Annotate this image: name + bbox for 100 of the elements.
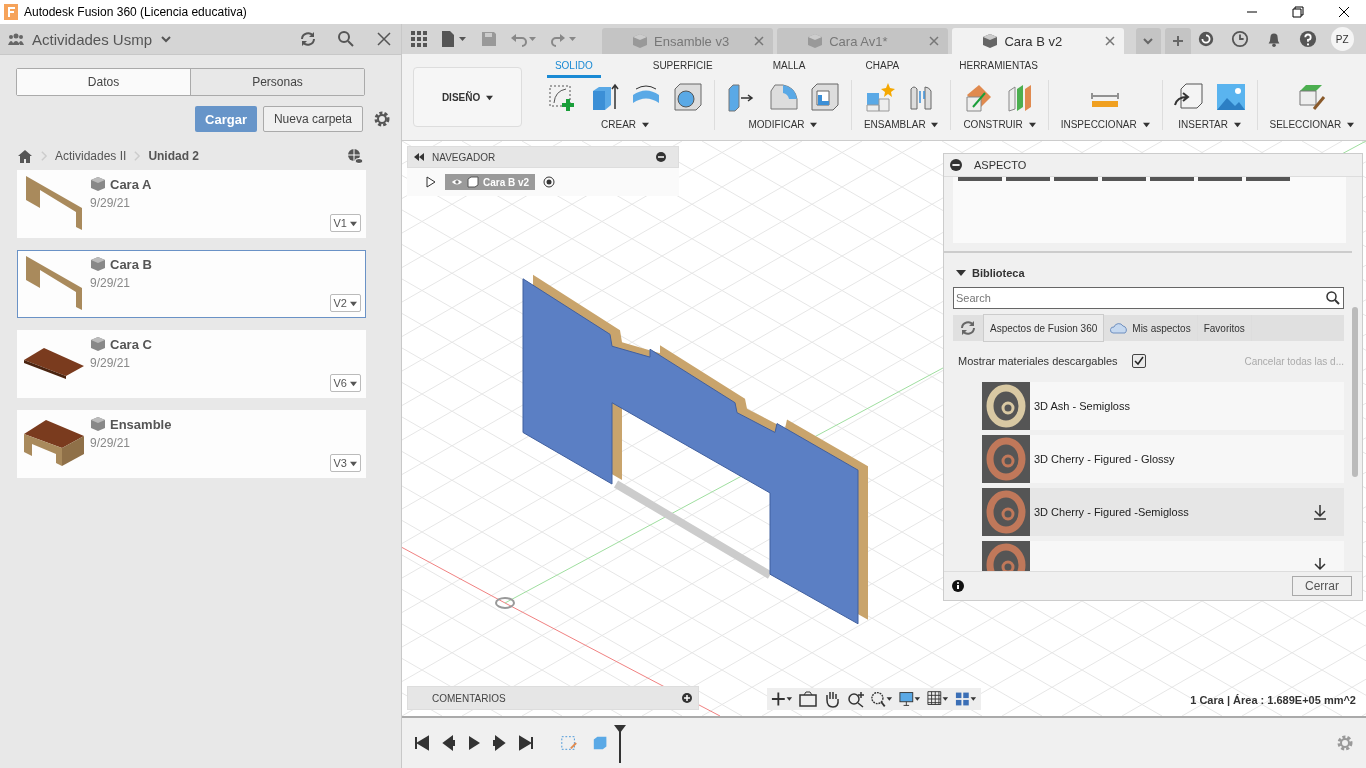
- restore-icon[interactable]: [1292, 6, 1304, 18]
- library-tab[interactable]: Mis aspectos: [1104, 315, 1198, 341]
- settings-icon[interactable]: [373, 110, 391, 128]
- search-icon[interactable]: [1326, 291, 1340, 305]
- swatch-thumbnail[interactable]: [1246, 177, 1290, 181]
- info-icon[interactable]: [952, 580, 964, 592]
- caret-icon: [350, 379, 357, 387]
- swatch-thumbnail[interactable]: [1054, 177, 1098, 181]
- wall-thumbnail: [26, 176, 82, 230]
- chevron-down-icon: [1142, 35, 1155, 47]
- panel-tab[interactable]: Datos: [17, 69, 190, 95]
- user-avatar[interactable]: PZ: [1330, 27, 1354, 51]
- material-item[interactable]: 3D Ash - Semigloss: [982, 382, 1344, 430]
- breadcrumb-item[interactable]: Actividades II: [55, 149, 127, 163]
- download-icon[interactable]: [1312, 504, 1328, 520]
- zoom-window-icon[interactable]: [871, 690, 893, 708]
- tool-group-dropdown[interactable]: SELECCIONAR: [1267, 114, 1356, 130]
- radio-target-icon[interactable]: [543, 176, 556, 188]
- tool-group-dropdown[interactable]: CONSTRUIR: [961, 114, 1038, 130]
- step-forward-icon[interactable]: [492, 735, 508, 751]
- file-name: Cara C: [110, 336, 152, 352]
- toolbar-tab[interactable]: MALLA: [764, 54, 814, 78]
- document-tab[interactable]: Cara B v2: [952, 28, 1124, 54]
- toolbar-tab[interactable]: HERRAMIENTAS: [951, 54, 1046, 78]
- wall-model-drawing[interactable]: [522, 274, 868, 625]
- minus-icon[interactable]: [950, 159, 962, 171]
- version-dropdown[interactable]: V2: [329, 294, 361, 312]
- new-tab-button[interactable]: [1165, 28, 1191, 54]
- step-back-icon[interactable]: [440, 735, 456, 751]
- tool-group-dropdown[interactable]: MODIFICAR: [746, 114, 820, 130]
- last-frame-icon[interactable]: [518, 735, 534, 751]
- file-name: Cara A: [110, 176, 152, 192]
- globe-eye-icon[interactable]: [347, 148, 363, 164]
- orbit-icon[interactable]: [771, 690, 793, 708]
- selection-status: 1 Cara | Área : 1.689E+05 mm^2: [1190, 694, 1356, 706]
- file-date: 9/29/21: [90, 196, 132, 210]
- pan-hand-icon[interactable]: [823, 690, 841, 708]
- checkbox[interactable]: [1131, 354, 1146, 368]
- version-dropdown[interactable]: V6: [329, 374, 361, 392]
- version-dropdown[interactable]: V1: [329, 214, 361, 232]
- add-icon[interactable]: [682, 693, 692, 703]
- team-name[interactable]: Actividades Usmp: [32, 30, 153, 48]
- file-card[interactable]: Cara A 9/29/21 V1: [17, 170, 366, 238]
- camera-icon[interactable]: [799, 690, 817, 708]
- display-icon[interactable]: [899, 690, 921, 708]
- caret-down-icon[interactable]: [956, 268, 966, 278]
- minus-icon[interactable]: [656, 152, 666, 162]
- file-date: 9/29/21: [90, 356, 132, 370]
- file-menu-icon[interactable]: [440, 30, 468, 48]
- panel-tab[interactable]: Personas: [190, 69, 364, 95]
- tool-group-dropdown[interactable]: INSPECCIONAR: [1058, 114, 1152, 130]
- new-folder-button[interactable]: Nueva carpeta: [262, 106, 363, 132]
- close-button[interactable]: Cerrar: [1292, 576, 1352, 596]
- caret-icon: [931, 121, 939, 128]
- material-item[interactable]: 3D Cherry - Figured - Glossy: [982, 435, 1344, 483]
- file-card[interactable]: Ensamble 9/29/21 V3: [17, 410, 366, 478]
- grid-icon[interactable]: [927, 690, 949, 708]
- cube-hole-icon[interactable]: [671, 81, 704, 113]
- library-tab[interactable]: Aspectos de Fusion 360: [983, 314, 1105, 342]
- tool-group-dropdown[interactable]: ENSAMBLAR: [861, 114, 941, 130]
- tool-group-dropdown[interactable]: CREAR: [599, 114, 651, 130]
- home-icon[interactable]: [17, 148, 33, 164]
- breadcrumb-item[interactable]: Unidad 2: [148, 149, 200, 163]
- cube-icon: [632, 33, 648, 49]
- tool-group-dropdown[interactable]: INSERTAR: [1176, 114, 1243, 130]
- refresh-icon[interactable]: [299, 30, 317, 48]
- swatch-thumbnail[interactable]: [958, 177, 1002, 181]
- tab-list-button[interactable]: [1135, 28, 1162, 54]
- zoom-icon[interactable]: [847, 690, 865, 708]
- grid-menu-icon[interactable]: [410, 30, 428, 48]
- download-icon[interactable]: [1312, 557, 1328, 571]
- material-item[interactable]: 3D Cherry - Figured -Semigloss: [982, 488, 1344, 536]
- shell-cube-icon[interactable]: [808, 81, 841, 113]
- swatch-thumbnail[interactable]: [1102, 177, 1146, 181]
- version-dropdown[interactable]: V3: [329, 454, 361, 472]
- toolbar-tab[interactable]: CHAPA: [857, 54, 908, 78]
- swatch-thumbnail[interactable]: [1006, 177, 1050, 181]
- library-tab[interactable]: Favoritos: [1197, 315, 1252, 341]
- window-title: Autodesk Fusion 360 (Licencia educativa): [24, 5, 247, 19]
- scrollbar-thumb[interactable]: [1352, 307, 1358, 477]
- swatch-thumbnail[interactable]: [1150, 177, 1194, 181]
- workspace-dropdown[interactable]: DISEÑO: [413, 67, 522, 127]
- viewports-icon[interactable]: [955, 690, 977, 708]
- panel-title: COMENTARIOS: [432, 692, 506, 704]
- timeline-marker-icon[interactable]: [614, 723, 626, 763]
- chevron-down-icon[interactable]: [160, 33, 173, 45]
- file-card[interactable]: Cara B 9/29/21 V2: [17, 250, 366, 318]
- collapse-icon[interactable]: [414, 152, 424, 162]
- toolbar-tab[interactable]: SUPERFICIE: [644, 54, 721, 78]
- swatch-thumbnail[interactable]: [1198, 177, 1242, 181]
- tab-label: Cara Av1*: [829, 33, 888, 49]
- search-field[interactable]: Search: [953, 287, 1344, 309]
- expand-icon[interactable]: [425, 176, 437, 188]
- landscape-image-icon[interactable]: [1214, 81, 1247, 113]
- file-card[interactable]: Cara C 9/29/21 V6: [17, 330, 366, 398]
- play-icon[interactable]: [466, 735, 482, 751]
- first-frame-icon[interactable]: [414, 735, 430, 751]
- caret-icon: [486, 93, 493, 101]
- cube-star-icon[interactable]: [864, 81, 897, 113]
- close-icon[interactable]: [1338, 6, 1350, 18]
